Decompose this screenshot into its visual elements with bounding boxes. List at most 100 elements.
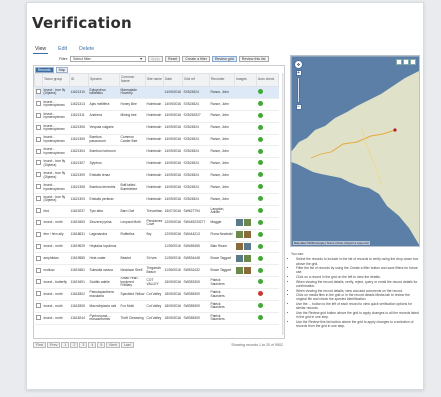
image-thumbnail[interactable] — [243, 218, 251, 226]
row-checkbox[interactable] — [35, 160, 41, 166]
table-row[interactable]: Insect - moth 11618305 Macrothylacia rubi F… — [34, 300, 279, 313]
pager-page-2[interactable]: 2 — [70, 341, 79, 348]
row-checkbox[interactable] — [35, 184, 41, 190]
tab-edit[interactable]: Edit — [56, 45, 69, 54]
map-pan-icon[interactable]: ✥ — [294, 60, 303, 69]
column-header-id[interactable]: ID — [69, 73, 89, 87]
table-row[interactable]: amphibian 11619585 Hela crater Bearlet St Iv… — [34, 252, 279, 266]
image-thumbnail[interactable] — [243, 254, 251, 262]
row-checkbox[interactable] — [35, 196, 41, 202]
filter-select[interactable]: Select filter ▼ — [69, 56, 146, 62]
map-canvas[interactable] — [291, 56, 420, 247]
column-header-grid-ref[interactable]: Grid ref — [182, 73, 210, 87]
table-row[interactable]: Insect - hymenopteran 11621306 Vespula vul… — [34, 122, 279, 135]
table-row[interactable]: fern / fern ally 11618631 Lagenandra Ruffer… — [34, 229, 279, 242]
chip-map[interactable]: Map — [55, 66, 69, 73]
row-checkbox[interactable] — [35, 112, 41, 118]
image-thumbnail[interactable] — [235, 266, 243, 274]
table-row[interactable]: Insect - true fly (Diptera) 11621310 Episy… — [34, 86, 279, 99]
cell-species: Pyrrhosoma ... muscaeformis — [88, 312, 120, 325]
grid-scrollbar[interactable] — [282, 73, 284, 335]
map-marker[interactable] — [393, 128, 397, 132]
column-header-recorder[interactable]: Recorder — [209, 73, 235, 87]
row-checkbox[interactable] — [35, 89, 41, 95]
table-row[interactable]: Insect - hymenopteran 11621313 Apis mellif… — [34, 98, 279, 111]
row-checkbox[interactable] — [35, 279, 41, 285]
table-row[interactable]: mollusc 11619481 Subsidia octava Necklace S… — [34, 264, 279, 278]
table-row[interactable]: Insect - hymenopteran 11621308 Bombus terr… — [34, 181, 279, 195]
row-checkbox[interactable] — [35, 172, 41, 178]
review-grid-button[interactable]: Review grid — [211, 56, 237, 62]
table-row[interactable]: Insect - moth 11619453 Zeuzera pyrina Leopa… — [34, 217, 279, 230]
pager-next-button[interactable]: Next — [106, 341, 120, 348]
pager-page-5[interactable]: 5 — [97, 341, 106, 348]
row-checkbox[interactable] — [35, 243, 41, 249]
table-row[interactable]: Insect - moth 11619629 Hepialus lupulinus 1… — [34, 241, 279, 254]
chip-records[interactable]: Records — [35, 66, 54, 73]
table-row[interactable]: Insect - hymenopteran 11621311 Andrena Mini… — [34, 110, 279, 123]
table-row[interactable]: Insect - moth 11618302 Pseudopanthera macu… — [34, 288, 279, 302]
table-row[interactable]: Insect - butterfly 11619491 Scolitis adeli… — [34, 276, 279, 290]
zoom-out-icon[interactable]: − — [295, 104, 302, 110]
row-checkbox[interactable] — [35, 148, 41, 154]
row-checkbox[interactable] — [35, 124, 41, 130]
cell-taxon-group: Insect - moth — [42, 300, 70, 313]
image-thumbnail[interactable] — [243, 230, 251, 238]
image-thumbnail[interactable] — [235, 242, 243, 250]
table-row[interactable]: Insect - true fly (Diptera) 11621303 Erist… — [34, 193, 279, 206]
tab-delete[interactable]: Delete — [77, 45, 96, 54]
reset-filter-button[interactable]: Reset — [164, 56, 181, 62]
cell-id: 11621310 — [69, 86, 89, 99]
cell-select — [34, 264, 43, 278]
image-thumbnail[interactable] — [243, 266, 251, 274]
table-row[interactable]: Insect - true fly (Diptera) 11621307 Syrph… — [34, 157, 279, 171]
table-row[interactable]: Insect - true fly (Diptera) 11621309 Erist… — [34, 169, 279, 183]
table-row[interactable]: bird 11619237 Tyto alba Barn Owl Trevarthan 1… — [34, 205, 279, 218]
table-row[interactable]: Insect - hymenopteran 11621304 Bombus hort… — [34, 145, 279, 159]
image-thumbnail[interactable] — [235, 230, 243, 238]
check-pass-icon — [257, 196, 263, 202]
image-thumbnail[interactable] — [243, 242, 251, 250]
pager-page-1[interactable]: 1 — [61, 341, 70, 348]
row-checkbox[interactable] — [35, 303, 41, 309]
tab-view[interactable]: View — [33, 45, 49, 54]
table-row[interactable]: Insect - moth 11618244 Pyrrhosoma ... musc… — [34, 312, 279, 325]
row-checkbox[interactable] — [35, 231, 41, 237]
pager-page-3[interactable]: 3 — [79, 341, 88, 348]
row-checkbox[interactable] — [35, 208, 41, 214]
column-header-taxon-group[interactable]: Taxon group — [42, 73, 70, 87]
row-checkbox[interactable] — [35, 291, 41, 297]
column-header-site-name[interactable]: Site name — [145, 73, 164, 87]
image-thumbnail[interactable] — [235, 218, 243, 226]
column-header-common-name[interactable]: Common Name — [119, 73, 146, 87]
records-map[interactable]: ✥ + − Map data ©2016 Google | Terms of U… — [290, 55, 420, 247]
layer-terrain-icon[interactable] — [410, 59, 416, 65]
column-header-date[interactable]: Date — [163, 73, 183, 87]
zoom-in-icon[interactable]: + — [295, 70, 302, 76]
row-checkbox[interactable] — [35, 267, 41, 273]
pager-first-button[interactable]: First — [33, 341, 46, 348]
row-checkbox[interactable] — [35, 255, 41, 261]
column-header-auto-check[interactable]: Auto check — [256, 73, 279, 87]
pager-last-button[interactable]: Last — [120, 341, 134, 348]
row-checkbox[interactable] — [35, 219, 41, 225]
row-checkbox[interactable] — [35, 136, 41, 142]
table-row[interactable]: Insect - hymenopteran 11621305 Bombus pasc… — [34, 134, 279, 147]
column-header-images[interactable]: Images — [234, 73, 257, 87]
pager-prev-button[interactable]: Prev — [47, 341, 61, 348]
layer-satellite-icon[interactable] — [403, 59, 409, 65]
apply-filter-button[interactable]: Apply — [147, 56, 163, 62]
layer-map-icon[interactable] — [396, 59, 402, 65]
row-checkbox[interactable] — [35, 315, 41, 321]
pager-page-4[interactable]: 4 — [88, 341, 97, 348]
create-filter-button[interactable]: Create a filter — [182, 56, 210, 62]
cell-images — [234, 145, 257, 159]
column-header-species[interactable]: Species — [88, 73, 120, 87]
image-thumbnail[interactable] — [235, 254, 243, 262]
row-checkbox[interactable] — [35, 101, 41, 107]
cell-site-name — [145, 86, 164, 99]
cell-id: 11619237 — [69, 205, 89, 218]
zoom-slider[interactable] — [297, 77, 300, 103]
cell-taxon-group: mollusc — [42, 264, 70, 278]
review-list-button[interactable]: Review this list — [238, 56, 269, 62]
